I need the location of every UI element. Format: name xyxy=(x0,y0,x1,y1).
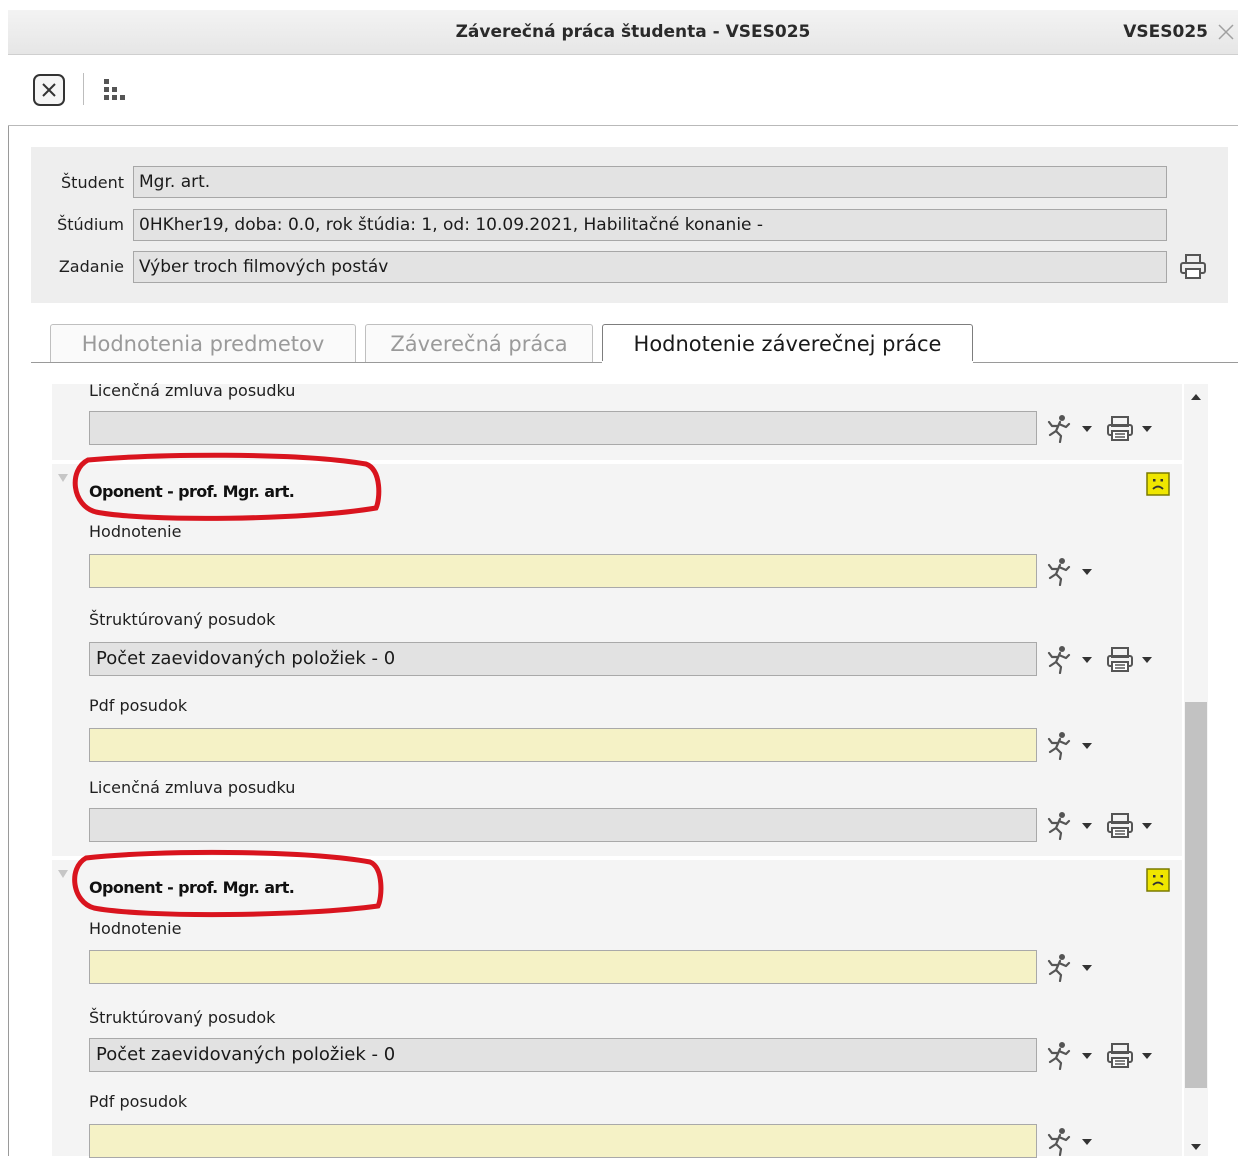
red-highlight-ellipse xyxy=(72,452,382,521)
assignment-field[interactable]: Výber troch filmových postáv xyxy=(133,251,1167,283)
scroll-down-arrow-icon[interactable] xyxy=(1187,1140,1205,1154)
active-tab-gap xyxy=(602,361,973,364)
runner-icon[interactable] xyxy=(1046,1040,1098,1070)
student-field[interactable]: Mgr. art. xyxy=(133,166,1167,198)
evaluation-label: Hodnotenie xyxy=(89,522,182,541)
printer-icon[interactable] xyxy=(1106,810,1158,840)
runner-icon[interactable] xyxy=(1046,1126,1098,1156)
tab-course-evaluations[interactable]: Hodnotenia predmetov xyxy=(50,324,356,362)
tab-final-thesis[interactable]: Záverečná práca xyxy=(365,324,593,362)
printer-icon[interactable] xyxy=(1106,413,1158,443)
window-title: Záverečná práca študenta - VSES025 xyxy=(455,22,811,42)
license-field[interactable] xyxy=(89,411,1037,445)
red-highlight-ellipse xyxy=(72,849,384,918)
license-label: Licenčná zmluva posudku xyxy=(89,778,296,797)
assignment-label: Zadanie xyxy=(58,257,124,276)
scroll-up-arrow-icon[interactable] xyxy=(1187,390,1205,404)
title-bar: Záverečná práca študenta - VSES025 VSES0… xyxy=(8,10,1238,55)
student-label: Študent xyxy=(61,173,124,192)
license-label: Licenčná zmluva posudku xyxy=(89,381,296,400)
license-field[interactable] xyxy=(89,808,1037,842)
toolbar xyxy=(8,55,1238,126)
printer-icon[interactable] xyxy=(1106,644,1158,674)
sad-face-icon xyxy=(1146,868,1170,892)
study-field[interactable]: 0HKher19, doba: 0.0, rok štúdia: 1, od: … xyxy=(133,209,1167,241)
runner-icon[interactable] xyxy=(1046,952,1098,982)
printer-icon[interactable] xyxy=(1106,1040,1158,1070)
structured-review-label: Štruktúrovaný posudok xyxy=(89,610,276,629)
hierarchy-icon[interactable] xyxy=(102,77,130,103)
pdf-review-label: Pdf posudok xyxy=(89,696,188,715)
runner-icon[interactable] xyxy=(1046,810,1098,840)
structured-review-label: Štruktúrovaný posudok xyxy=(89,1008,276,1027)
window-code: VSES025 xyxy=(1123,22,1208,42)
window-edge xyxy=(8,10,9,1156)
pdf-review-field[interactable] xyxy=(89,1124,1037,1158)
close-square-icon[interactable] xyxy=(32,73,66,107)
evaluation-label: Hodnotenie xyxy=(89,919,182,938)
runner-icon[interactable] xyxy=(1046,644,1098,674)
study-label: Štúdium xyxy=(57,215,124,234)
sad-face-icon xyxy=(1146,472,1170,496)
evaluation-field[interactable] xyxy=(89,554,1037,588)
pdf-review-label: Pdf posudok xyxy=(89,1092,188,1111)
runner-icon[interactable] xyxy=(1046,556,1098,586)
runner-icon[interactable] xyxy=(1046,730,1098,760)
structured-review-field[interactable]: Počet zaevidovaných položiek - 0 xyxy=(89,1038,1037,1072)
scrollbar-thumb[interactable] xyxy=(1185,702,1207,1088)
tab-thesis-evaluation[interactable]: Hodnotenie záverečnej práce xyxy=(602,324,973,364)
close-icon[interactable] xyxy=(1216,22,1236,42)
pdf-review-field[interactable] xyxy=(89,728,1037,762)
structured-review-field[interactable]: Počet zaevidovaných položiek - 0 xyxy=(89,642,1037,676)
printer-icon[interactable] xyxy=(1178,252,1208,282)
toolbar-separator xyxy=(83,73,84,105)
runner-icon[interactable] xyxy=(1046,413,1098,443)
evaluation-field[interactable] xyxy=(89,950,1037,984)
